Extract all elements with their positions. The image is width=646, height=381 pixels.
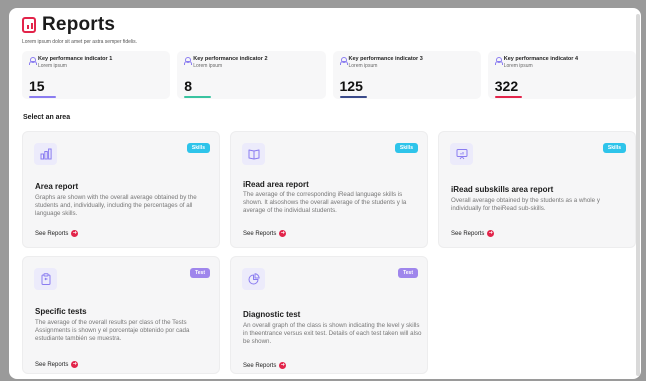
section-title: Select an area [23,114,71,121]
kpi-card-4[interactable]: Key performance indicator 4 Lorem ipsum … [487,51,636,99]
page-header: Reports Lorem ipsum dolor sit amet per a… [22,14,137,45]
card-icon-box [242,143,265,165]
kpi-value: 8 [184,78,193,94]
presentation-board-icon [456,149,467,160]
card-description: The average of the corresponding iRead l… [243,191,407,214]
bar-chart-icon [40,148,52,160]
skills-badge: Skills [602,143,626,153]
see-reports-label: See Reports [451,230,485,237]
card-description: The average of the overall results per c… [35,319,190,342]
see-reports-label: See Reports [243,362,277,369]
see-reports-link[interactable]: See Reports ➜ [35,361,79,368]
page-title: Reports [42,14,116,35]
specific-tests-card[interactable]: Test Specific tests The average of the o… [22,256,220,374]
test-badge: Test [398,268,418,278]
card-title: Specific tests [35,307,87,316]
card-title: Diagnostic test [243,310,301,319]
kpi-underline [184,96,212,98]
kpi-title: Key performance indicator 4 [503,56,579,62]
app-window: Reports Lorem ipsum dolor sit amet per a… [9,8,641,379]
diagnostic-test-card[interactable]: Test Diagnostic test An overall graph of… [230,256,428,374]
kpi-title: Key performance indicator 2 [193,56,268,62]
card-icon-box [34,143,57,165]
iread-subskills-report-card[interactable]: Skills iRead subskills area report Overa… [438,131,636,248]
kpi-card-3[interactable]: Key performance indicator 3 Lorem ipsum … [332,51,481,99]
kpi-underline [494,96,522,98]
kpi-value: 125 [339,78,363,94]
page-subtitle: Lorem ipsum dolor sit amet per astra sem… [22,39,138,45]
arrow-right-icon: ➜ [279,362,287,369]
scrollbar[interactable] [636,14,640,376]
card-title: iRead area report [243,180,309,189]
test-badge: Test [190,268,210,278]
card-icon-box [242,268,265,290]
card-icon-box [450,143,473,165]
see-reports-link[interactable]: See Reports ➜ [243,230,287,237]
user-icon [339,57,348,65]
user-icon [494,57,503,65]
kpi-subtitle: Lorem ipsum [193,63,223,69]
kpi-row: Key performance indicator 1 Lorem ipsum … [22,51,636,99]
see-reports-link[interactable]: See Reports ➜ [243,362,287,369]
kpi-title: Key performance indicator 3 [348,56,423,62]
kpi-value: 15 [29,78,45,94]
kpi-subtitle: Lorem ipsum [348,63,378,69]
card-icon-box [34,268,57,290]
report-icon [22,17,36,33]
arrow-right-icon: ➜ [71,230,79,237]
arrow-right-icon: ➜ [71,361,79,368]
area-report-card[interactable]: Skills Area report Graphs are shown with… [22,131,220,248]
user-icon [29,57,37,65]
see-reports-link[interactable]: See Reports ➜ [35,230,79,237]
kpi-underline [29,96,56,98]
user-icon [184,57,193,65]
see-reports-label: See Reports [35,361,69,368]
see-reports-label: See Reports [243,230,277,237]
card-title: Area report [35,182,79,191]
skills-badge: Skills [394,143,418,153]
card-description: Graphs are shown with the overall averag… [35,194,197,217]
kpi-title: Key performance indicator 1 [38,56,113,62]
see-reports-label: See Reports [35,230,69,237]
open-book-icon [248,149,259,160]
arrow-right-icon: ➜ [487,230,495,237]
clipboard-icon [41,273,50,285]
kpi-value: 322 [494,78,519,94]
card-description: An overall graph of the class is shown i… [243,322,422,345]
kpi-underline [339,96,367,98]
iread-area-report-card[interactable]: Skills iRead area report The average of … [230,131,428,248]
arrow-right-icon: ➜ [279,230,287,237]
card-description: Overall average obtained by the students… [451,197,600,212]
kpi-card-2[interactable]: Key performance indicator 2 Lorem ipsum … [177,51,326,99]
pie-chart-icon [248,273,260,285]
kpi-subtitle: Lorem ipsum [38,63,67,69]
see-reports-link[interactable]: See Reports ➜ [451,230,495,237]
kpi-card-1[interactable]: Key performance indicator 1 Lorem ipsum … [22,51,171,99]
card-title: iRead subskills area report [451,185,554,194]
skills-badge: Skills [186,143,210,153]
kpi-subtitle: Lorem ipsum [503,63,533,69]
